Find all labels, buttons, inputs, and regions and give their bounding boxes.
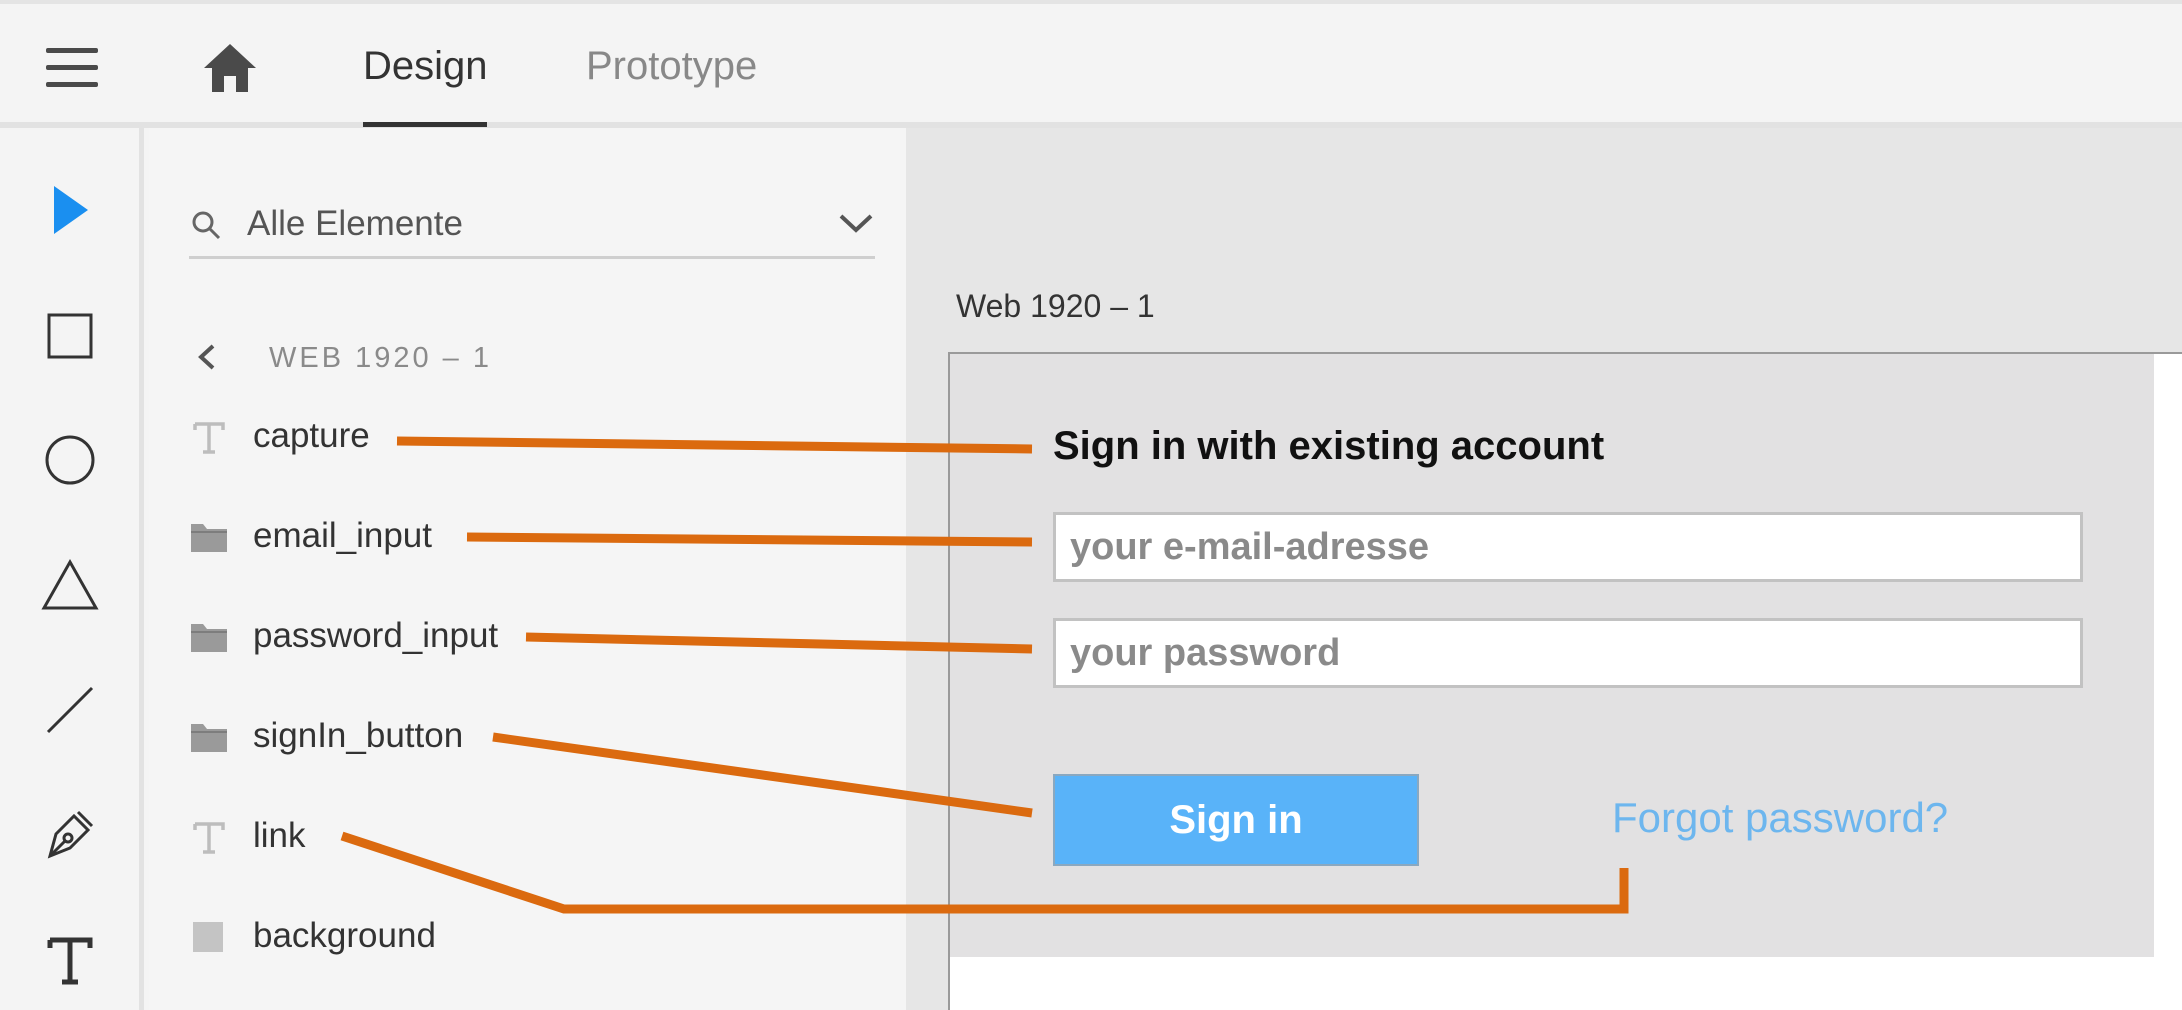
search-icon [189,208,225,244]
layer-item-background[interactable]: background [189,914,789,964]
layer-search[interactable]: Alle Elemente [189,196,875,259]
home-icon[interactable] [202,42,258,94]
email-field[interactable] [1053,512,2083,582]
pen-tool-icon[interactable] [40,804,100,864]
sign-in-button[interactable]: Sign in [1053,774,1419,866]
select-arrow-icon[interactable] [40,180,100,240]
layer-item-link[interactable]: link [189,814,789,864]
ellipse-tool-icon[interactable] [40,430,100,490]
artboard[interactable]: Sign in with existing account Sign in Fo… [948,352,2182,1010]
back-chevron-icon[interactable] [195,342,219,372]
password-input[interactable] [1056,621,2080,685]
rectangle-layer-icon [189,920,229,956]
design-canvas[interactable]: Web 1920 – 1 Sign in with existing accou… [906,128,2182,1010]
top-bar: Design Prototype [0,0,2182,128]
line-tool-icon[interactable] [40,680,100,740]
search-filter-value[interactable]: Alle Elemente [247,204,463,244]
email-input[interactable] [1056,515,2080,579]
layer-item-email-input[interactable]: email_input [189,514,789,564]
layer-item-signin-button[interactable]: signIn_button [189,714,789,764]
form-heading: Sign in with existing account [1053,424,1605,468]
rectangle-tool-icon[interactable] [40,306,100,366]
folder-icon [189,620,229,656]
tab-design[interactable]: Design [363,44,488,89]
text-layer-icon [189,420,229,456]
folder-icon [189,520,229,556]
forgot-password-link[interactable]: Forgot password? [1612,794,1948,842]
text-tool-icon[interactable] [40,930,100,990]
layer-item-password-input[interactable]: password_input [189,614,789,664]
password-field[interactable] [1053,618,2083,688]
text-layer-icon [189,820,229,856]
breadcrumb: WEB 1920 – 1 [269,342,492,374]
tool-bar [0,128,144,1010]
tab-prototype[interactable]: Prototype [586,44,757,89]
chevron-down-icon[interactable] [837,208,875,238]
folder-icon [189,720,229,756]
triangle-tool-icon[interactable] [40,556,100,616]
artboard-title[interactable]: Web 1920 – 1 [956,288,1155,325]
layer-item-capture[interactable]: capture [189,414,789,464]
hamburger-icon[interactable] [46,46,98,90]
active-tab-indicator [363,122,487,127]
layers-panel: Alle Elemente WEB 1920 – 1 capture email… [149,128,906,1010]
